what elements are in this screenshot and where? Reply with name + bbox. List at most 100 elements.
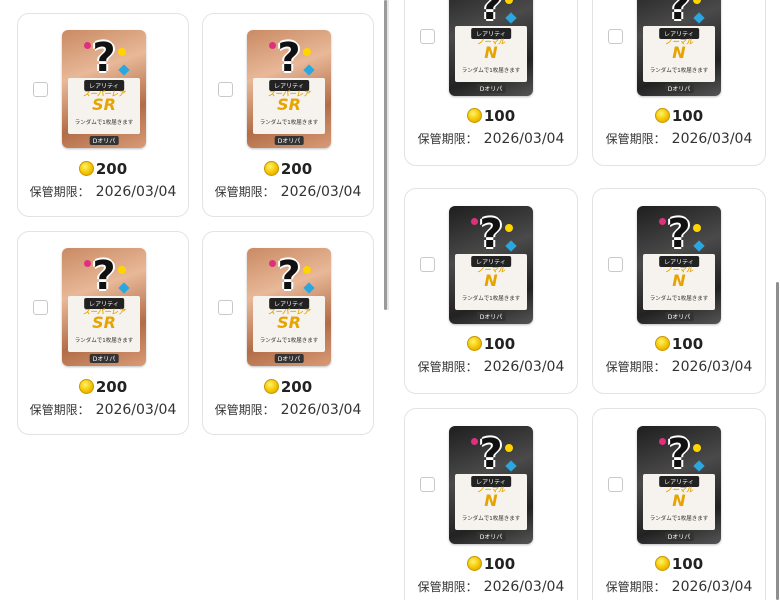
coin-icon — [654, 108, 670, 123]
select-checkbox[interactable] — [608, 257, 623, 272]
rarity-code: N — [672, 43, 686, 62]
rarity-code: SR — [92, 313, 116, 332]
card-thumbnail[interactable]: ? レアリティ ノーマル N ランダムで1枚届きます Dオリパ — [637, 0, 721, 96]
card-thumbnail[interactable]: ? レアリティ スーパーレア SR ランダムで1枚届きます Dオリパ — [62, 30, 146, 148]
price: 200 — [18, 378, 188, 396]
coin-icon — [466, 336, 482, 351]
rarity-code: N — [484, 271, 498, 290]
coin-icon — [263, 379, 279, 394]
pink-dot-icon — [269, 42, 276, 49]
rarity-panel: レアリティ ノーマル N ランダムで1枚届きます — [455, 26, 527, 82]
expiry-label: 保管期限： — [214, 403, 275, 417]
expiry-date: 2026/03/04 — [671, 131, 753, 147]
yellow-dot-icon — [505, 444, 513, 452]
rarity-panel: レアリティ ノーマル N ランダムで1枚届きます — [455, 474, 527, 530]
card-item[interactable]: ? レアリティ スーパーレア SR ランダムで1枚届きます Dオリパ 200 保… — [17, 231, 189, 435]
expiry-label: 保管期限： — [605, 360, 666, 374]
brand-logo: Dオリパ — [664, 84, 694, 93]
price: 100 — [593, 335, 765, 353]
expiry: 保管期限： 2026/03/04 — [405, 130, 577, 147]
rarity-code: N — [484, 43, 498, 62]
expiry: 保管期限： 2026/03/04 — [593, 358, 765, 375]
question-mark-icon: ? — [479, 431, 503, 477]
brand-logo: Dオリパ — [274, 354, 304, 363]
expiry-date: 2026/03/04 — [671, 359, 753, 375]
select-checkbox[interactable] — [33, 300, 48, 315]
price-value: 100 — [671, 335, 704, 353]
card-thumbnail[interactable]: ? レアリティ スーパーレア SR ランダムで1枚届きます Dオリパ — [62, 248, 146, 366]
right-scrollbar[interactable] — [776, 282, 779, 600]
coin-icon — [466, 108, 482, 123]
expiry-label: 保管期限： — [605, 132, 666, 146]
coin-icon — [263, 161, 279, 176]
pink-dot-icon — [471, 218, 478, 225]
card-item[interactable]: ? レアリティ スーパーレア SR ランダムで1枚届きます Dオリパ 200 保… — [17, 13, 189, 217]
card-thumbnail[interactable]: ? レアリティ スーパーレア SR ランダムで1枚届きます Dオリパ — [247, 248, 331, 366]
expiry: 保管期限： 2026/03/04 — [593, 130, 765, 147]
brand-logo: Dオリパ — [89, 354, 119, 363]
card-item[interactable]: ? レアリティ ノーマル N ランダムで1枚届きます Dオリパ 100 保管期限… — [404, 408, 578, 600]
coin-icon — [654, 336, 670, 351]
price-value: 100 — [483, 335, 516, 353]
card-thumbnail[interactable]: ? レアリティ ノーマル N ランダムで1枚届きます Dオリパ — [449, 206, 533, 324]
select-checkbox[interactable] — [420, 477, 435, 492]
card-item[interactable]: ? レアリティ ノーマル N ランダムで1枚届きます Dオリパ 100 保管期限… — [404, 188, 578, 394]
random-text: ランダムで1枚届きます — [74, 120, 134, 126]
yellow-dot-icon — [118, 266, 126, 274]
question-mark-icon: ? — [667, 0, 691, 29]
rarity-panel: レアリティ ノーマル N ランダムで1枚届きます — [643, 254, 715, 310]
select-checkbox[interactable] — [33, 82, 48, 97]
select-checkbox[interactable] — [608, 29, 623, 44]
random-text: ランダムで1枚届きます — [649, 516, 709, 522]
select-checkbox[interactable] — [608, 477, 623, 492]
yellow-dot-icon — [693, 224, 701, 232]
pink-dot-icon — [659, 438, 666, 445]
card-thumbnail[interactable]: ? レアリティ ノーマル N ランダムで1枚届きます Dオリパ — [449, 426, 533, 544]
yellow-dot-icon — [693, 444, 701, 452]
right-card-list: ? レアリティ ノーマル N ランダムで1枚届きます Dオリパ 100 保管期限… — [390, 0, 780, 600]
yellow-dot-icon — [303, 266, 311, 274]
card-thumbnail[interactable]: ? レアリティ ノーマル N ランダムで1枚届きます Dオリパ — [449, 0, 533, 96]
coin-icon — [78, 379, 94, 394]
expiry-label: 保管期限： — [417, 580, 478, 594]
card-thumbnail[interactable]: ? レアリティ スーパーレア SR ランダムで1枚届きます Dオリパ — [247, 30, 331, 148]
expiry-date: 2026/03/04 — [95, 184, 177, 200]
expiry-label: 保管期限： — [214, 185, 275, 199]
card-item[interactable]: ? レアリティ スーパーレア SR ランダムで1枚届きます Dオリパ 200 保… — [202, 231, 374, 435]
expiry-date: 2026/03/04 — [483, 579, 565, 595]
brand-logo: Dオリパ — [476, 312, 506, 321]
price: 100 — [405, 335, 577, 353]
random-text: ランダムで1枚届きます — [461, 516, 521, 522]
price: 100 — [405, 555, 577, 573]
card-item[interactable]: ? レアリティ ノーマル N ランダムで1枚届きます Dオリパ 100 保管期限… — [404, 0, 578, 166]
price-value: 200 — [280, 378, 313, 396]
left-scrollbar[interactable] — [384, 0, 387, 310]
card-item[interactable]: ? レアリティ ノーマル N ランダムで1枚届きます Dオリパ 100 保管期限… — [592, 188, 766, 394]
card-thumbnail[interactable]: ? レアリティ ノーマル N ランダムで1枚届きます Dオリパ — [637, 206, 721, 324]
question-mark-icon: ? — [92, 253, 116, 299]
expiry: 保管期限： 2026/03/04 — [18, 401, 188, 418]
question-mark-icon: ? — [667, 211, 691, 257]
card-item[interactable]: ? レアリティ ノーマル N ランダムで1枚届きます Dオリパ 100 保管期限… — [592, 0, 766, 166]
pink-dot-icon — [84, 260, 91, 267]
select-checkbox[interactable] — [420, 29, 435, 44]
pink-dot-icon — [84, 42, 91, 49]
brand-logo: Dオリパ — [476, 84, 506, 93]
select-checkbox[interactable] — [218, 82, 233, 97]
expiry: 保管期限： 2026/03/04 — [203, 401, 373, 418]
brand-logo: Dオリパ — [664, 312, 694, 321]
rarity-code: SR — [277, 95, 301, 114]
pink-dot-icon — [471, 438, 478, 445]
card-item[interactable]: ? レアリティ スーパーレア SR ランダムで1枚届きます Dオリパ 200 保… — [202, 13, 374, 217]
yellow-dot-icon — [303, 48, 311, 56]
expiry-date: 2026/03/04 — [671, 579, 753, 595]
select-checkbox[interactable] — [218, 300, 233, 315]
rarity-panel: レアリティ スーパーレア SR ランダムで1枚届きます — [253, 78, 325, 134]
card-thumbnail[interactable]: ? レアリティ ノーマル N ランダムで1枚届きます Dオリパ — [637, 426, 721, 544]
expiry-date: 2026/03/04 — [483, 131, 565, 147]
card-item[interactable]: ? レアリティ ノーマル N ランダムで1枚届きます Dオリパ 100 保管期限… — [592, 408, 766, 600]
coin-icon — [466, 556, 482, 571]
rarity-code: SR — [277, 313, 301, 332]
select-checkbox[interactable] — [420, 257, 435, 272]
expiry-date: 2026/03/04 — [280, 184, 362, 200]
